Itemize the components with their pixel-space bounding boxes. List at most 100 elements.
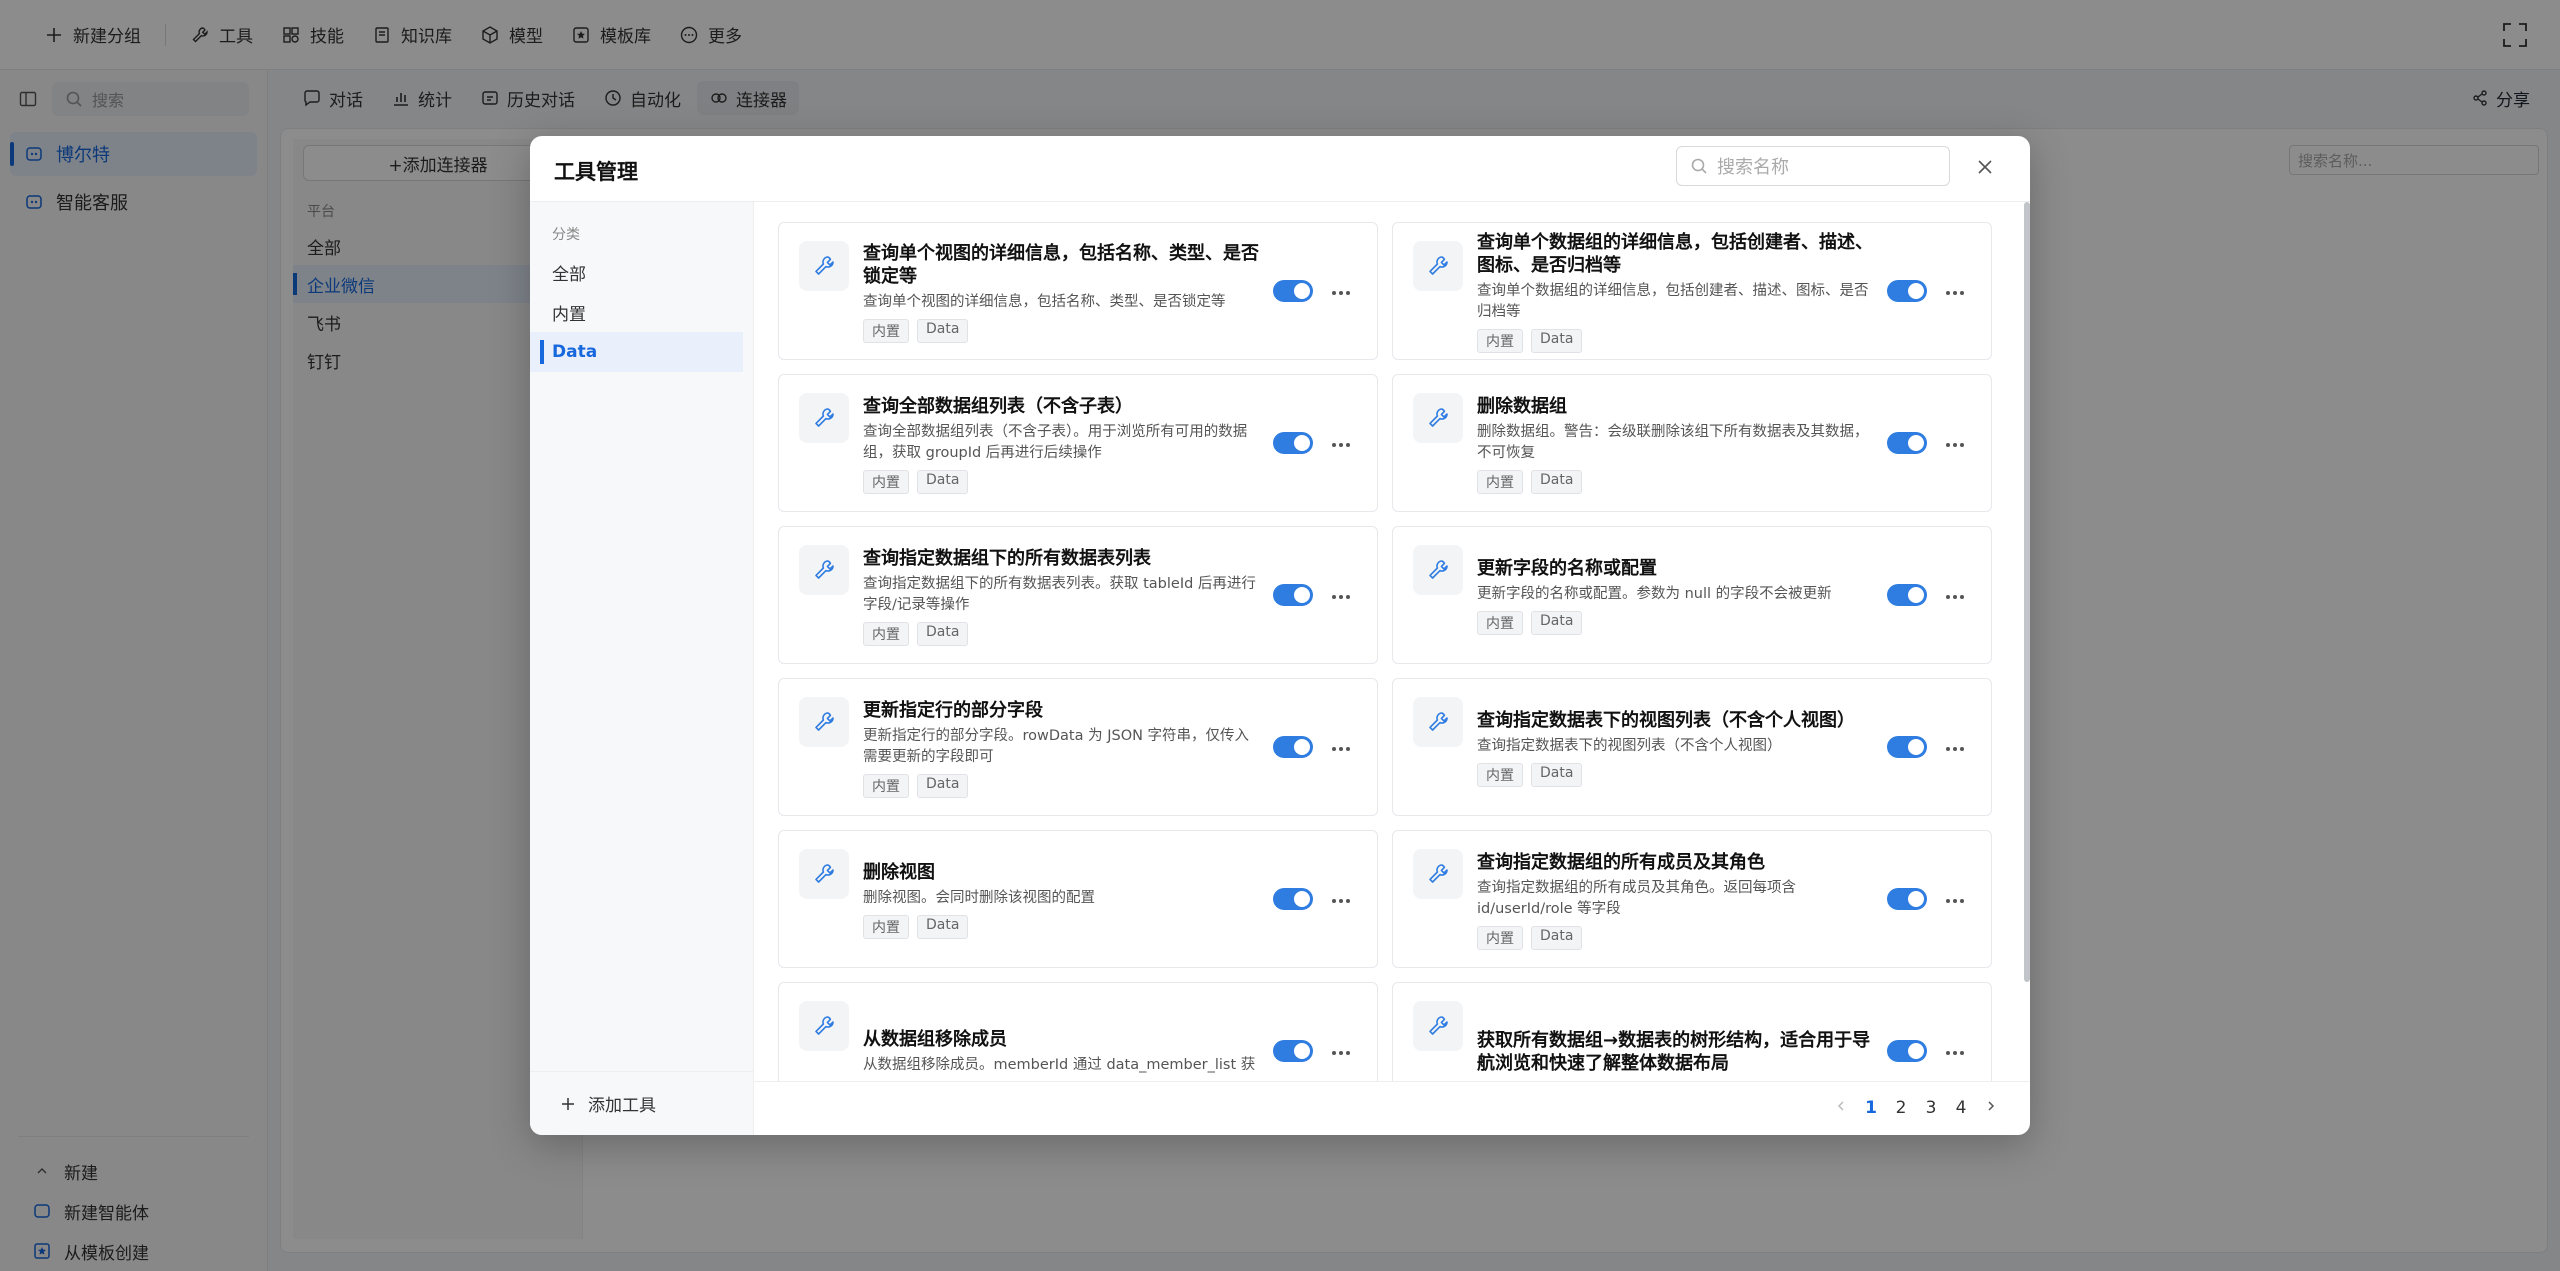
tool-more-button[interactable] bbox=[1329, 889, 1353, 909]
category-item-data[interactable]: Data bbox=[530, 332, 743, 372]
tool-title: 查询单个数据组的详细信息，包括创建者、描述、图标、是否归档等 bbox=[1477, 232, 1873, 276]
tool-enable-toggle[interactable] bbox=[1273, 584, 1313, 606]
tool-tag: 内置 bbox=[863, 318, 909, 343]
wrench-icon bbox=[1413, 241, 1463, 291]
wrench-icon bbox=[1413, 849, 1463, 899]
tool-tag: 内置 bbox=[1477, 763, 1523, 787]
page-4[interactable]: 4 bbox=[1952, 1096, 1970, 1120]
category-sidebar: 分类 全部 内置 Data 添加工具 bbox=[530, 202, 754, 1135]
tool-description: 从数据组移除成员。memberId 通过 data_member_list 获 bbox=[863, 1057, 1256, 1073]
tool-more-button[interactable] bbox=[1329, 433, 1353, 453]
search-icon bbox=[1689, 156, 1709, 176]
add-tool-button[interactable]: 添加工具 bbox=[530, 1071, 754, 1135]
tool-more-button[interactable] bbox=[1943, 433, 1967, 453]
tool-description: 查询单个视图的详细信息，包括名称、类型、是否锁定等 bbox=[863, 293, 1226, 310]
tool-enable-toggle[interactable] bbox=[1273, 280, 1313, 302]
tool-title: 更新指定行的部分字段 bbox=[863, 699, 1043, 721]
tool-description: 查询单个数据组的详细信息，包括创建者、描述、图标、是否归档等 bbox=[1477, 283, 1869, 320]
tool-more-button[interactable] bbox=[1329, 281, 1353, 301]
tool-enable-toggle[interactable] bbox=[1273, 1040, 1313, 1062]
tool-tags: 内置 Data bbox=[863, 915, 1259, 939]
tool-more-button[interactable] bbox=[1329, 737, 1353, 757]
tool-card[interactable]: 获取所有数据组→数据表的树形结构，适合用于导航浏览和快速了解整体数据布局 bbox=[1392, 982, 1992, 1081]
wrench-icon bbox=[799, 849, 849, 899]
tool-tags: 内置 Data bbox=[1477, 925, 1873, 950]
tool-card[interactable]: 查询单个视图的详细信息，包括名称、类型、是否锁定等查询单个视图的详细信息，包括名… bbox=[778, 222, 1378, 360]
tool-enable-toggle[interactable] bbox=[1887, 888, 1927, 910]
tool-card-text: 查询单个视图的详细信息，包括名称、类型、是否锁定等查询单个视图的详细信息，包括名… bbox=[863, 242, 1259, 343]
tool-description: 查询全部数据组列表（不含子表）。用于浏览所有可用的数据组，获取 groupId … bbox=[863, 423, 1248, 461]
tool-tag: Data bbox=[1531, 329, 1583, 353]
next-page-button[interactable] bbox=[1982, 1096, 2000, 1120]
tool-enable-toggle[interactable] bbox=[1887, 584, 1927, 606]
tool-more-button[interactable] bbox=[1943, 889, 1967, 909]
tool-card[interactable]: 从数据组移除成员 从数据组移除成员。memberId 通过 data_member… bbox=[778, 982, 1378, 1081]
tool-enable-toggle[interactable] bbox=[1273, 888, 1313, 910]
tool-card[interactable]: 更新字段的名称或配置 更新字段的名称或配置。参数为 null 的字段不会被更新 内置… bbox=[1392, 526, 1992, 664]
tool-enable-toggle[interactable] bbox=[1887, 432, 1927, 454]
tool-card[interactable]: 删除数据组 删除数据组。警告：会级联删除该组下所有数据表及其数据，不可恢复 内置 Da… bbox=[1392, 374, 1992, 512]
tool-card-body: 获取所有数据组→数据表的树形结构，适合用于导航浏览和快速了解整体数据布局 bbox=[1413, 1001, 1973, 1081]
tool-card-body: 从数据组移除成员 从数据组移除成员。memberId 通过 data_member… bbox=[799, 1001, 1359, 1081]
tool-tag: 内置 bbox=[1477, 611, 1523, 635]
tool-more-button[interactable] bbox=[1943, 737, 1967, 757]
more-icon bbox=[1945, 889, 1965, 909]
tool-card[interactable]: 查询指定数据组下的所有数据表列表 查询指定数据组下的所有数据表列表。获取 tabl… bbox=[778, 526, 1378, 664]
tool-tag: 内置 bbox=[1477, 329, 1523, 353]
tool-more-button[interactable] bbox=[1943, 281, 1967, 301]
tool-card[interactable]: 更新指定行的部分字段更新指定行的部分字段。rowData 为 JSON 字符串，… bbox=[778, 678, 1378, 816]
page-1[interactable]: 1 bbox=[1862, 1096, 1880, 1120]
tool-list-scrollbar[interactable] bbox=[2024, 202, 2030, 982]
more-icon bbox=[1331, 1041, 1351, 1061]
tool-search-input[interactable]: 搜索名称 bbox=[1676, 146, 1950, 186]
tool-enable-toggle[interactable] bbox=[1273, 736, 1313, 758]
tool-title: 删除视图 bbox=[863, 862, 935, 883]
wrench-icon bbox=[799, 241, 849, 291]
tool-title: 删除数据组 bbox=[1477, 395, 1567, 417]
scrollbar-thumb[interactable] bbox=[2024, 202, 2030, 982]
tool-enable-toggle[interactable] bbox=[1887, 736, 1927, 758]
more-icon bbox=[1945, 1041, 1965, 1061]
tool-card[interactable]: 删除视图删除视图。会同时删除该视图的配置内置 Data bbox=[778, 830, 1378, 968]
close-icon bbox=[1975, 157, 1995, 177]
tool-enable-toggle[interactable] bbox=[1887, 280, 1927, 302]
tool-enable-toggle[interactable] bbox=[1887, 1040, 1927, 1062]
tool-title: 更新字段的名称或配置 bbox=[1477, 558, 1657, 579]
tool-description: 查询指定数据表下的视图列表（不含个人视图） bbox=[1477, 738, 1782, 754]
wrench-icon bbox=[799, 545, 849, 595]
tool-tag: Data bbox=[917, 621, 969, 646]
tool-card[interactable]: 查询单个数据组的详细信息，包括创建者、描述、图标、是否归档等查询单个数据组的详细… bbox=[1392, 222, 1992, 360]
chevron-left-icon bbox=[1834, 1098, 1848, 1118]
tool-more-button[interactable] bbox=[1943, 1041, 1967, 1061]
tool-more-button[interactable] bbox=[1943, 585, 1967, 605]
tool-title: 查询单个视图的详细信息，包括名称、类型、是否锁定等 bbox=[863, 242, 1259, 287]
tool-tags: 内置 Data bbox=[1477, 469, 1873, 494]
more-icon bbox=[1331, 889, 1351, 909]
tool-more-button[interactable] bbox=[1329, 585, 1353, 605]
tool-more-button[interactable] bbox=[1329, 1041, 1353, 1061]
tool-tag: Data bbox=[1531, 925, 1583, 950]
tool-card[interactable]: 查询指定数据表下的视图列表（不含个人视图） 查询指定数据表下的视图列表（不含个人视… bbox=[1392, 678, 1992, 816]
wrench-icon bbox=[799, 1001, 849, 1051]
tool-enable-toggle[interactable] bbox=[1273, 432, 1313, 454]
category-item-all[interactable]: 全部 bbox=[530, 252, 743, 292]
tool-card-text: 更新指定行的部分字段更新指定行的部分字段。rowData 为 JSON 字符串，… bbox=[863, 699, 1259, 798]
close-button[interactable] bbox=[1970, 152, 2000, 182]
tool-description: 更新指定行的部分字段。rowData 为 JSON 字符串，仅传入需要更新的字段… bbox=[863, 727, 1250, 765]
category-item-builtin[interactable]: 内置 bbox=[530, 292, 743, 332]
tool-title: 查询指定数据表下的视图列表（不含个人视图） bbox=[1477, 710, 1855, 731]
prev-page-button[interactable] bbox=[1832, 1096, 1850, 1120]
tool-tag: 内置 bbox=[863, 915, 909, 939]
tool-card[interactable]: 查询全部数据组列表（不含子表） 查询全部数据组列表（不含子表）。用于浏览所有可用的… bbox=[778, 374, 1378, 512]
tool-description: 删除视图。会同时删除该视图的配置 bbox=[863, 890, 1095, 906]
tool-tag: Data bbox=[917, 915, 969, 939]
tool-grid: 查询单个视图的详细信息，包括名称、类型、是否锁定等查询单个视图的详细信息，包括名… bbox=[778, 222, 1998, 1081]
tool-tag: Data bbox=[1531, 469, 1583, 494]
wrench-icon bbox=[799, 393, 849, 443]
tool-tag: Data bbox=[917, 318, 969, 343]
tool-tag: Data bbox=[917, 773, 969, 798]
page-2[interactable]: 2 bbox=[1892, 1096, 1910, 1120]
page-3[interactable]: 3 bbox=[1922, 1096, 1940, 1120]
tool-tag: 内置 bbox=[863, 469, 909, 494]
tool-card[interactable]: 查询指定数据组的所有成员及其角色 查询指定数据组的所有成员及其角色。返回每项含 i… bbox=[1392, 830, 1992, 968]
